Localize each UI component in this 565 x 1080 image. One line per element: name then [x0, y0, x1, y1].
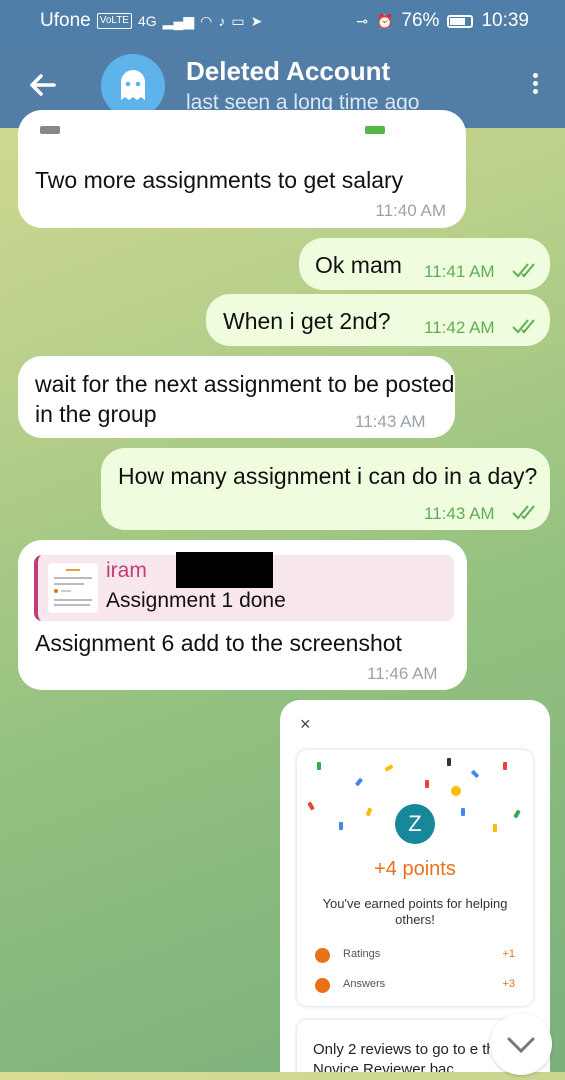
answer-icon — [315, 978, 330, 993]
message-time: 11:42 AM — [424, 318, 495, 337]
message-bubble-incoming[interactable]: wait for the next assignment to be poste… — [18, 356, 455, 438]
earned-text: You've earned points for helping others! — [322, 896, 508, 927]
message-text: How many assignment i can do in a day? — [118, 463, 538, 489]
message-time: 11:43 AM — [355, 412, 426, 431]
clock: 10:39 — [481, 10, 529, 31]
chevron-down-icon — [507, 1037, 535, 1054]
volte-badge: VoLTE — [96, 13, 132, 29]
message-time: 11:43 AM — [424, 504, 495, 523]
carrier-label: Ufone — [40, 10, 91, 31]
row-value: +1 — [502, 948, 515, 960]
signal-icon: ▂▄▆ — [162, 12, 195, 29]
alarm-icon: ⏰ — [375, 12, 394, 29]
message-time: 11:41 AM — [424, 262, 495, 281]
message-time: 11:46 AM — [367, 664, 438, 683]
double-check-icon — [512, 319, 535, 334]
key-icon: ⊸ — [356, 12, 368, 29]
points-row: Ratings +1 — [315, 946, 515, 966]
message-bubble-outgoing[interactable]: When i get 2nd? 11:42 AM — [206, 294, 550, 346]
more-vert-icon[interactable] — [525, 70, 545, 104]
network-type-label: 4G — [137, 13, 157, 29]
message-text: Assignment 6 add to the screenshot — [35, 630, 402, 656]
status-bar: Ufone VoLTE 4G ▂▄▆ ◠ ♪ ▭ ➤ ⊸ ⏰ 76% 10:39 — [0, 0, 565, 42]
row-value: +3 — [502, 978, 515, 990]
star-icon — [315, 948, 330, 963]
image-icon: ▭ — [231, 12, 245, 29]
row-label: Answers — [343, 978, 386, 990]
back-arrow-icon[interactable] — [26, 68, 60, 102]
close-icon: × — [300, 714, 311, 734]
reply-text: Assignment 1 done — [106, 589, 286, 612]
message-text: Ok mam — [315, 252, 402, 278]
scroll-down-button[interactable] — [490, 1013, 552, 1075]
hidden-content-strip — [40, 126, 385, 134]
progress-text: Only 2 reviews to go to e the Novice Rev… — [313, 1041, 504, 1072]
message-text: Two more assignments to get salary — [35, 167, 404, 193]
points-card: Z +4 points You've earned points for hel… — [297, 750, 533, 1006]
reply-thumbnail — [48, 563, 98, 613]
reply-sender: iram — [106, 559, 147, 582]
battery-percent: 76% — [401, 10, 440, 31]
battery-fill — [450, 17, 466, 25]
points-row: Answers +3 — [315, 976, 515, 996]
battery-icon — [447, 14, 474, 28]
row-label: Ratings — [343, 948, 381, 960]
chat-title[interactable]: Deleted Account — [186, 56, 390, 87]
message-bubble-incoming[interactable]: iram Assignment 1 done Assignment 6 add … — [18, 540, 467, 690]
message-bubble-outgoing[interactable]: Ok mam 11:41 AM — [299, 238, 550, 290]
double-check-icon — [512, 263, 535, 278]
user-avatar: Z — [395, 804, 435, 844]
message-bubble-incoming[interactable]: Two more assignments to get salary 11:40… — [18, 110, 466, 228]
ghost-avatar-icon[interactable] — [101, 54, 165, 118]
double-check-icon — [512, 505, 535, 520]
points-label: +4 points — [374, 858, 456, 880]
reply-preview[interactable]: iram Assignment 1 done — [34, 552, 454, 621]
message-time: 11:40 AM — [375, 201, 446, 220]
bell-icon: ♪ — [218, 13, 226, 29]
redaction-box — [176, 552, 273, 588]
message-bubble-outgoing[interactable]: How many assignment i can do in a day? 1… — [101, 448, 550, 530]
wifi-icon: ◠ — [200, 12, 213, 29]
telegram-icon: ➤ — [250, 12, 263, 29]
message-text: When i get 2nd? — [223, 308, 391, 334]
